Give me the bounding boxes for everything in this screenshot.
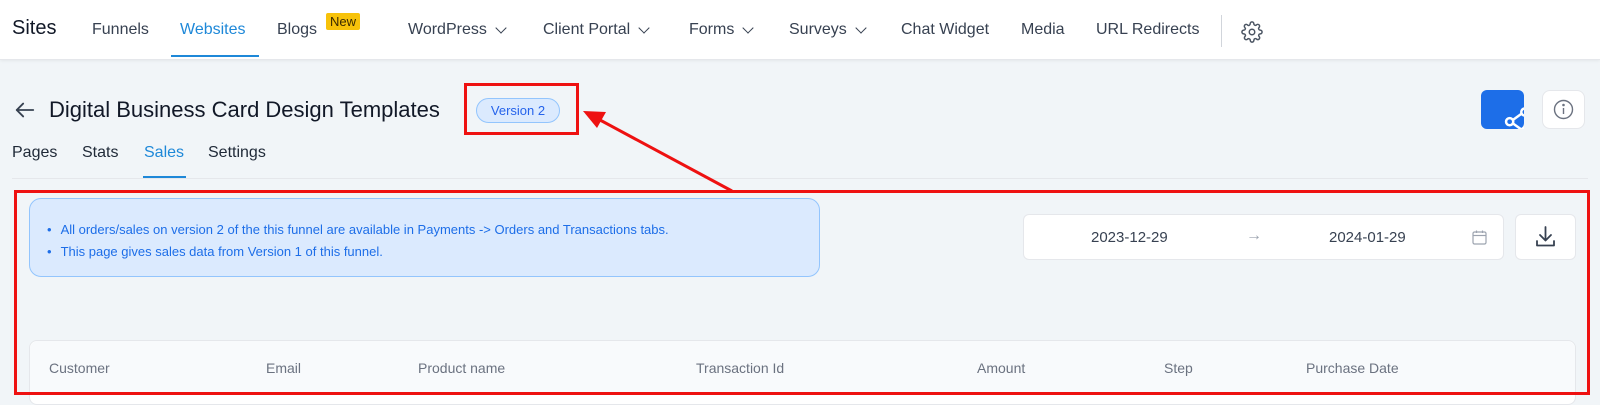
tabs-divider [12, 178, 1588, 179]
chevron-down-icon [855, 21, 867, 34]
nav-item-funnels[interactable]: Funnels [92, 21, 149, 39]
gear-icon[interactable] [1241, 21, 1263, 43]
share-button[interactable] [1481, 90, 1524, 129]
nav-divider [1221, 15, 1222, 47]
back-arrow-icon[interactable] [14, 99, 36, 121]
chevron-down-icon [495, 21, 507, 34]
tab-stats[interactable]: Stats [82, 144, 118, 162]
page-title: Digital Business Card Design Templates [49, 97, 440, 122]
chevron-down-icon [638, 21, 650, 34]
nav-item-forms[interactable]: Forms [689, 21, 754, 39]
nav-item-client-portal[interactable]: Client Portal [543, 21, 650, 39]
nav-item-blogs[interactable]: Blogs [277, 21, 317, 39]
annotation-highlight-version [464, 83, 579, 135]
nav-item-url-redirects[interactable]: URL Redirects [1096, 21, 1199, 39]
tab-settings[interactable]: Settings [208, 144, 266, 162]
tab-sales[interactable]: Sales [144, 144, 184, 162]
nav-item-surveys[interactable]: Surveys [789, 21, 867, 39]
nav-item-websites[interactable]: Websites [180, 21, 246, 39]
active-nav-indicator [171, 55, 259, 57]
annotation-highlight-sales-area [14, 190, 1590, 395]
share-icon [1504, 107, 1524, 129]
nav-item-chat-widget[interactable]: Chat Widget [901, 21, 989, 39]
tab-pages[interactable]: Pages [12, 144, 57, 162]
nav-item-media[interactable]: Media [1021, 21, 1065, 39]
top-navigation: Sites Funnels Websites Blogs New WordPre… [0, 0, 1600, 60]
info-icon [1553, 99, 1574, 120]
info-button[interactable] [1542, 90, 1585, 129]
app-title: Sites [12, 17, 57, 39]
nav-item-wordpress[interactable]: WordPress [408, 21, 507, 39]
chevron-down-icon [742, 21, 754, 34]
new-badge: New [326, 13, 361, 30]
